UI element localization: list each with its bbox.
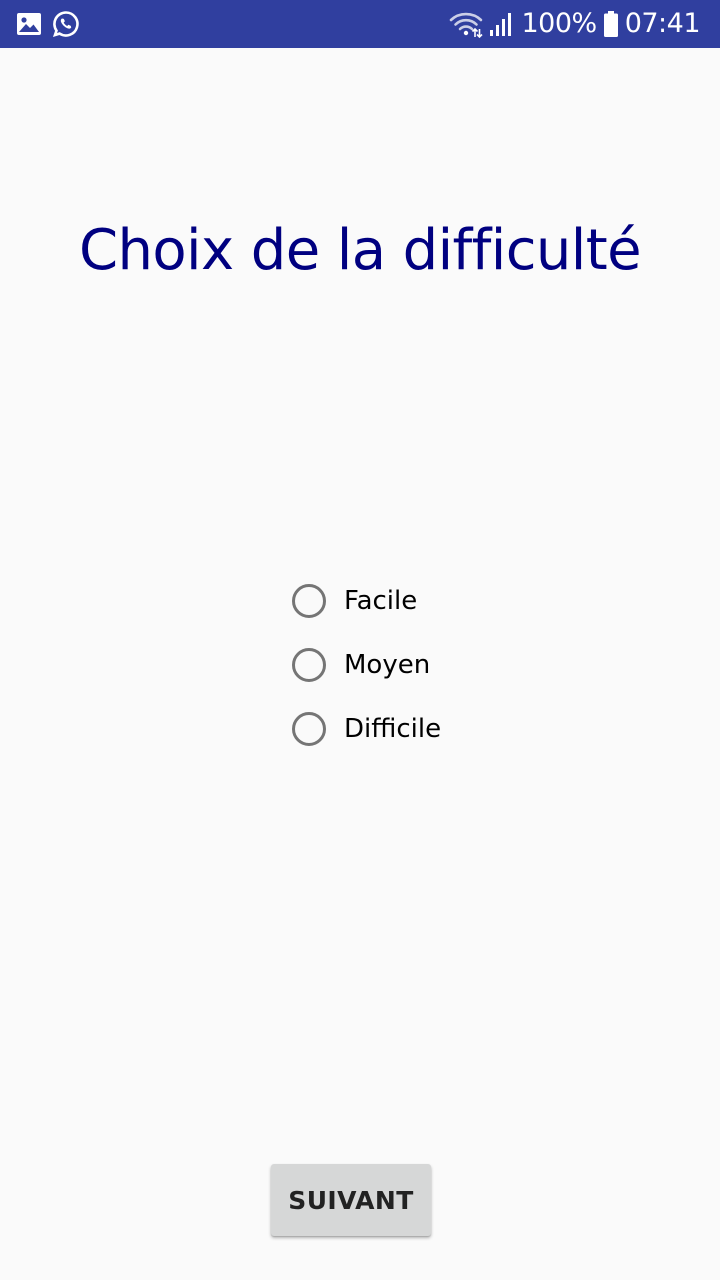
radio-label-moyen: Moyen [344,650,431,680]
status-bar-system: 100% 07:41 [449,6,701,42]
whatsapp-icon [52,10,80,38]
clock: 07:41 [624,8,701,39]
next-button[interactable]: SUIVANT [271,1164,431,1236]
status-bar-notifications [16,10,80,38]
battery-percentage: 100% [521,8,597,39]
radio-label-facile: Facile [344,586,418,616]
wifi-icon [449,10,484,39]
signal-icon [489,11,515,37]
radio-option-moyen[interactable]: Moyen [290,633,490,697]
radio-button-facile[interactable] [292,584,326,618]
gallery-icon [16,12,42,36]
status-bar: 100% 07:41 [0,0,720,48]
radio-option-facile[interactable]: Facile [290,569,490,633]
page-title: Choix de la difficulté [79,218,642,283]
radio-button-difficile[interactable] [292,712,326,746]
difficulty-radio-group: Facile Moyen Difficile [290,569,490,761]
radio-label-difficile: Difficile [344,714,442,744]
radio-option-difficile[interactable]: Difficile [290,697,490,761]
radio-button-moyen[interactable] [292,648,326,682]
battery-icon [603,10,619,38]
